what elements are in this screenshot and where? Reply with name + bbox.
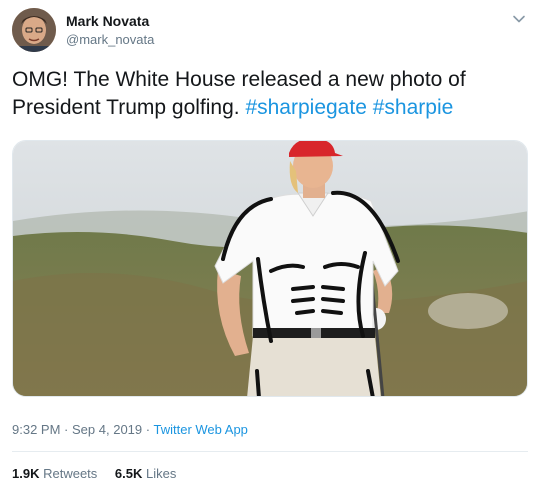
retweets-count: 1.9K xyxy=(12,466,40,481)
avatar[interactable] xyxy=(12,8,56,52)
tweet-time[interactable]: 9:32 PM xyxy=(12,422,60,437)
author-handle[interactable]: @mark_novata xyxy=(66,32,154,47)
golfer-photo-illustration xyxy=(13,141,527,396)
likes-count: 6.5K xyxy=(114,466,143,481)
meta-separator: · xyxy=(64,422,69,437)
likes-label: Likes xyxy=(146,466,177,481)
chevron-down-icon[interactable] xyxy=(512,12,526,26)
tweet-stats: 1.9K Retweets 6.5K Likes xyxy=(12,466,190,481)
retweets-label: Retweets xyxy=(43,466,98,481)
likes-stat[interactable]: 6.5K Likes xyxy=(115,466,176,481)
source-app-link[interactable]: Twitter Web App xyxy=(154,422,248,437)
tweet-photo[interactable] xyxy=(12,140,528,397)
meta-separator: · xyxy=(145,422,151,437)
tweet-meta: 9:32 PM · Sep 4, 2019 · Twitter Web App xyxy=(12,422,248,437)
retweets-stat[interactable]: 1.9K Retweets xyxy=(12,466,97,481)
author-name[interactable]: Mark Novata xyxy=(66,13,149,29)
hashtag-link[interactable]: #sharpie xyxy=(373,96,454,119)
hashtag-link[interactable]: #sharpiegate xyxy=(245,96,366,119)
avatar-image xyxy=(12,8,56,52)
divider xyxy=(12,451,528,452)
tweet-card: Mark Novata @mark_novata OMG! The White … xyxy=(0,0,540,492)
tweet-text: OMG! The White House released a new phot… xyxy=(12,66,528,122)
tweet-date[interactable]: Sep 4, 2019 xyxy=(72,422,142,437)
